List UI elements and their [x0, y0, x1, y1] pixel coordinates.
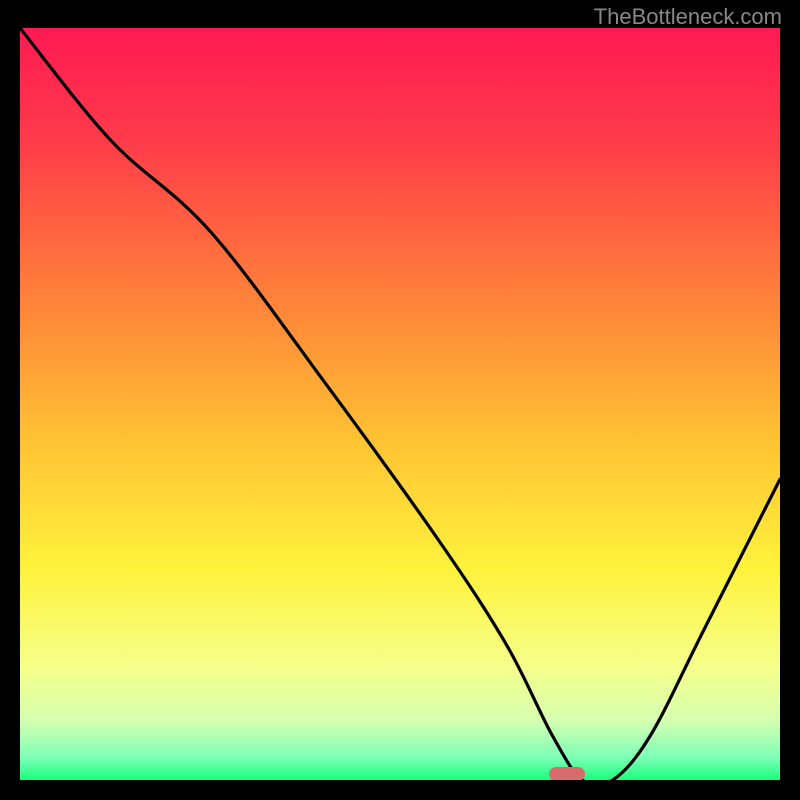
plot-area [20, 28, 780, 780]
watermark-label: TheBottleneck.com [594, 4, 782, 30]
chart-container: TheBottleneck.com [0, 0, 800, 800]
bottleneck-curve [20, 28, 780, 780]
optimal-marker [549, 767, 585, 780]
